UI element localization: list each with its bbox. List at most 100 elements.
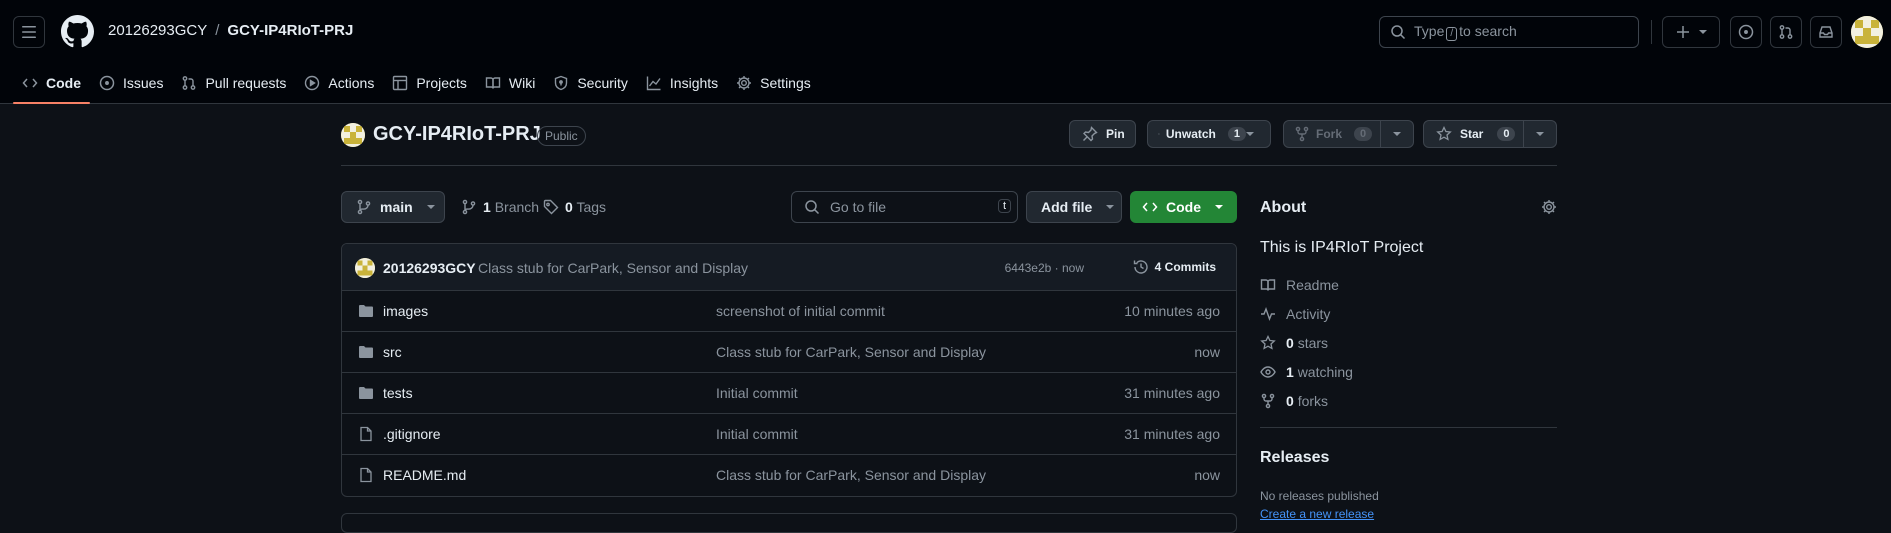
github-icon xyxy=(61,15,94,48)
tags-count: 0 xyxy=(565,199,573,215)
unwatch-label: Unwatch xyxy=(1166,127,1216,141)
search-input[interactable]: Type/to search xyxy=(1379,16,1639,48)
file-row[interactable]: images screenshot of initial commit 10 m… xyxy=(342,291,1236,332)
tab-settings[interactable]: Settings xyxy=(727,62,820,104)
activity-link[interactable]: Activity xyxy=(1260,306,1330,322)
readme-link[interactable]: Readme xyxy=(1260,277,1339,293)
branches-link[interactable]: 1 Branch xyxy=(461,199,539,215)
file-name[interactable]: src xyxy=(383,344,402,360)
watching-link[interactable]: 1 watching xyxy=(1260,364,1353,380)
file-row[interactable]: tests Initial commit 31 minutes ago xyxy=(342,373,1236,414)
star-dropdown[interactable] xyxy=(1523,121,1556,147)
tags-link[interactable]: 0 Tags xyxy=(543,199,606,215)
code-button[interactable]: Code xyxy=(1130,191,1237,223)
repo-owner-avatar[interactable] xyxy=(341,123,365,147)
pull-requests-button[interactable] xyxy=(1770,16,1802,48)
file-commit-message[interactable]: Initial commit xyxy=(716,385,798,401)
code-button-label: Code xyxy=(1166,199,1201,215)
file-row[interactable]: src Class stub for CarPark, Sensor and D… xyxy=(342,332,1236,373)
file-time: 31 minutes ago xyxy=(1124,385,1220,401)
history-icon xyxy=(1133,259,1149,275)
menu-button[interactable] xyxy=(13,16,45,48)
releases-title[interactable]: Releases xyxy=(1260,449,1329,467)
breadcrumb-owner[interactable]: 20126293GCY xyxy=(108,22,207,39)
tab-label: Projects xyxy=(416,75,467,91)
breadcrumb-separator: / xyxy=(215,22,219,39)
forks-link[interactable]: 0 forks xyxy=(1260,393,1328,409)
commit-author-avatar[interactable] xyxy=(355,258,375,278)
search-icon xyxy=(1390,24,1406,40)
github-logo[interactable] xyxy=(61,15,94,48)
stars-link[interactable]: 0 stars xyxy=(1260,335,1328,351)
breadcrumb-repo[interactable]: GCY-IP4RIoT-PRJ xyxy=(227,22,353,39)
branch-selector[interactable]: main xyxy=(341,191,445,223)
file-commit-message[interactable]: Initial commit xyxy=(716,426,798,442)
tab-code[interactable]: Code xyxy=(13,62,90,104)
repo-title[interactable]: GCY-IP4RIoT-PRJ xyxy=(373,123,541,146)
tab-insights[interactable]: Insights xyxy=(637,62,727,104)
forks-count: 0 xyxy=(1286,393,1294,409)
user-avatar[interactable] xyxy=(1851,16,1883,48)
fork-main[interactable]: Fork 0 xyxy=(1284,126,1380,142)
book-icon xyxy=(485,75,501,91)
repo-header: GCY-IP4RIoT-PRJ Public Pin Unwatch 1 For… xyxy=(341,120,1557,166)
readme-panel xyxy=(341,513,1237,533)
fork-icon xyxy=(1294,126,1310,142)
commit-message[interactable]: Class stub for CarPark, Sensor and Displ… xyxy=(478,260,748,276)
plus-icon xyxy=(1675,24,1691,40)
header-divider xyxy=(1651,20,1652,44)
file-row[interactable]: .gitignore Initial commit 31 minutes ago xyxy=(342,414,1236,455)
file-row[interactable]: README.md Class stub for CarPark, Sensor… xyxy=(342,455,1236,496)
top-bar: 20126293GCY / GCY-IP4RIoT-PRJ Type/to se… xyxy=(0,0,1891,62)
commit-author[interactable]: 20126293GCY xyxy=(383,260,476,276)
tab-pull-requests[interactable]: Pull requests xyxy=(172,62,295,104)
create-new-button[interactable] xyxy=(1662,16,1720,48)
tab-label: Settings xyxy=(760,75,811,91)
inbox-button[interactable] xyxy=(1810,16,1842,48)
star-main[interactable]: Star 0 xyxy=(1424,126,1523,142)
file-commit-message[interactable]: screenshot of initial commit xyxy=(716,303,885,319)
branch-icon xyxy=(356,199,372,215)
repo-tabs: Code Issues Pull requests Actions Projec… xyxy=(13,62,820,104)
tab-actions[interactable]: Actions xyxy=(295,62,383,104)
commits-link[interactable]: 4 Commits xyxy=(1133,259,1216,275)
go-to-file-input[interactable]: Go to file t xyxy=(791,191,1018,223)
fork-button[interactable]: Fork 0 xyxy=(1283,120,1414,148)
file-name[interactable]: .gitignore xyxy=(383,426,441,442)
gear-icon[interactable] xyxy=(1541,199,1557,215)
unwatch-main[interactable]: Unwatch 1 xyxy=(1148,126,1246,142)
pin-button[interactable]: Pin xyxy=(1069,120,1136,148)
tab-label: Insights xyxy=(670,75,718,91)
star-count: 0 xyxy=(1497,127,1515,141)
branch-name: main xyxy=(380,199,413,215)
file-commit-message[interactable]: Class stub for CarPark, Sensor and Displ… xyxy=(716,344,986,360)
add-file-button[interactable]: Add file xyxy=(1026,191,1122,223)
tab-wiki[interactable]: Wiki xyxy=(476,62,544,104)
graph-icon xyxy=(646,75,662,91)
triangle-down-icon[interactable] xyxy=(1246,130,1254,138)
file-name[interactable]: images xyxy=(383,303,428,319)
file-commit-message[interactable]: Class stub for CarPark, Sensor and Displ… xyxy=(716,467,986,483)
create-release-link[interactable]: Create a new release xyxy=(1260,507,1374,521)
tab-label: Code xyxy=(46,75,81,91)
tab-security[interactable]: Security xyxy=(544,62,637,104)
branches-count: 1 xyxy=(483,199,491,215)
fork-dropdown[interactable] xyxy=(1380,121,1413,147)
unwatch-button[interactable]: Unwatch 1 xyxy=(1147,120,1271,148)
gear-icon xyxy=(736,75,752,91)
visibility-badge: Public xyxy=(537,126,586,146)
tab-projects[interactable]: Projects xyxy=(383,62,476,104)
issues-button[interactable] xyxy=(1730,16,1762,48)
tab-issues[interactable]: Issues xyxy=(90,62,172,104)
identicon-icon xyxy=(1851,16,1883,48)
file-name[interactable]: tests xyxy=(383,385,413,401)
file-name[interactable]: README.md xyxy=(383,467,466,483)
file-time: 10 minutes ago xyxy=(1124,303,1220,319)
no-releases-text: No releases published xyxy=(1260,489,1379,503)
sidebar-divider xyxy=(1260,427,1557,428)
pulse-icon xyxy=(1260,306,1276,322)
star-button[interactable]: Star 0 xyxy=(1423,120,1557,148)
table-icon xyxy=(392,75,408,91)
code-icon xyxy=(22,75,38,91)
commit-hash-time[interactable]: 6443e2b · now xyxy=(1005,261,1084,275)
